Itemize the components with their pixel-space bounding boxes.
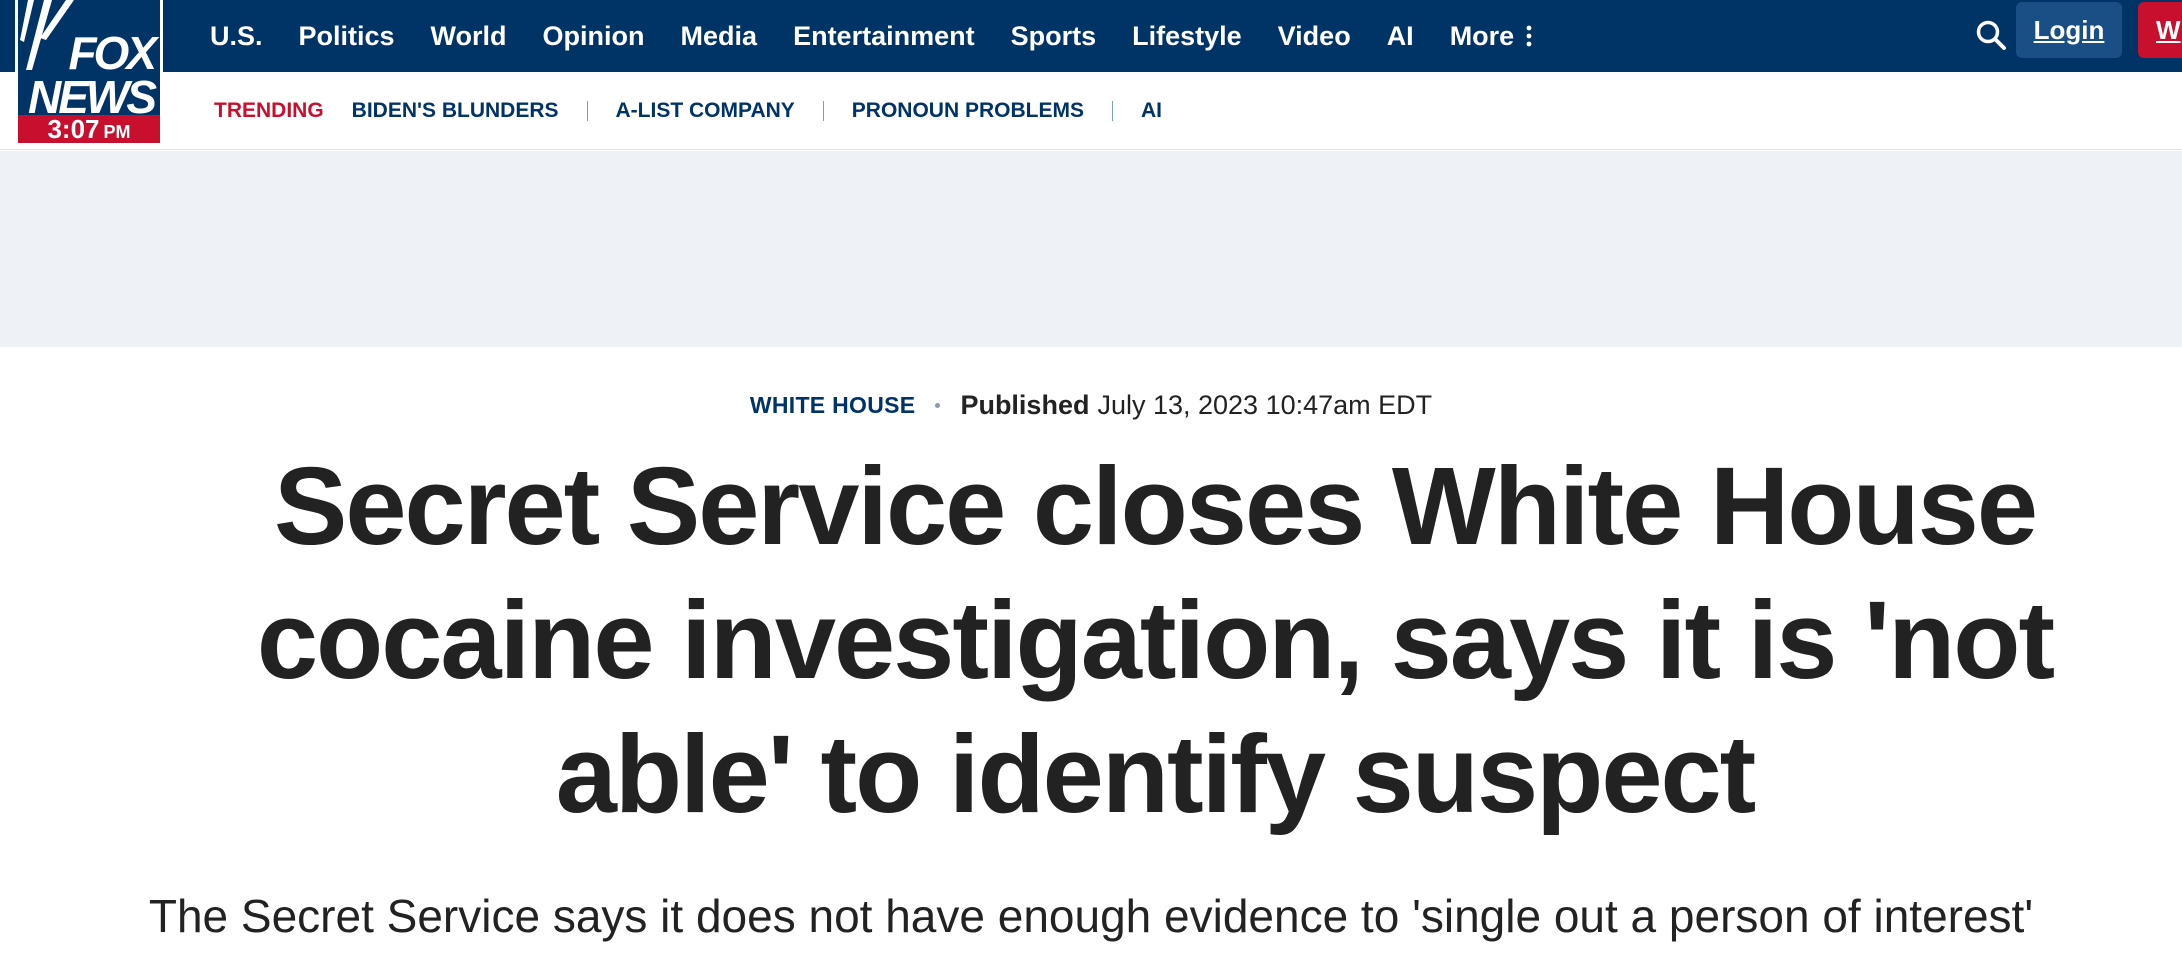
trending-label: TRENDING [214, 99, 324, 122]
trending-item-ai[interactable]: AI [1141, 99, 1162, 123]
meta-separator-dot [935, 403, 941, 408]
nav-item-ai[interactable]: AI [1387, 21, 1414, 52]
article-subhead: The Secret Service says it does not have… [148, 890, 2034, 942]
main-nav: U.S. Politics World Opinion Media Entert… [210, 0, 1568, 72]
top-nav-bar: FOX NEWS 3:07 PM U.S. Politics World Opin… [0, 0, 2182, 146]
trending-item-bidens-blunders[interactable]: BIDEN'S BLUNDERS [352, 99, 559, 123]
search-button[interactable] [1966, 10, 2016, 60]
logo-fox-text: FOX [68, 27, 157, 79]
trending-item-a-list-company[interactable]: A-LIST COMPANY [616, 99, 795, 123]
article-meta: WHITE HOUSE Published July 13, 2023 10:4… [0, 390, 2182, 430]
nav-item-sports[interactable]: Sports [1011, 21, 1097, 52]
logo-clock: 3:07 PM [18, 115, 160, 143]
nav-item-video[interactable]: Video [1278, 21, 1351, 52]
article-category-link[interactable]: WHITE HOUSE [750, 392, 916, 419]
trending-divider [586, 101, 588, 121]
login-button[interactable]: Login [2016, 2, 2122, 58]
trending-divider [822, 101, 824, 121]
article-headline: Secret Service closes White House cocain… [160, 440, 2150, 842]
headline-line: cocaine investigation, says it is 'not [256, 579, 2055, 702]
watch-live-button[interactable]: W [2138, 2, 2182, 58]
published-label: Published [960, 390, 1090, 420]
nav-item-world[interactable]: World [431, 21, 507, 52]
trending-bar: TRENDING BIDEN'S BLUNDERS A-LIST COMPANY… [0, 72, 2182, 150]
nav-item-politics[interactable]: Politics [299, 21, 395, 52]
published-date: July 13, 2023 10:47am EDT [1097, 390, 1433, 420]
nav-item-entertainment[interactable]: Entertainment [793, 21, 975, 52]
nav-item-media[interactable]: Media [681, 21, 758, 52]
nav-item-us[interactable]: U.S. [210, 21, 263, 52]
trending-divider [1111, 101, 1113, 121]
nav-item-lifestyle[interactable]: Lifestyle [1132, 21, 1242, 52]
ad-placeholder [0, 151, 2182, 347]
nav-item-opinion[interactable]: Opinion [543, 21, 645, 52]
nav-more-button[interactable]: More [1450, 21, 1533, 52]
trending-item-pronoun-problems[interactable]: PRONOUN PROBLEMS [852, 99, 1084, 123]
search-icon [1976, 20, 2006, 50]
nav-more-label: More [1449, 20, 1515, 51]
headline-line: able' to identify suspect [555, 713, 1757, 836]
vertical-dots-icon [1526, 25, 1532, 47]
fox-news-logo[interactable]: FOX NEWS 3:07 PM [15, 0, 163, 146]
clock-ampm: PM [103, 122, 131, 142]
headline-line: Secret Service closes White House [273, 445, 2038, 568]
clock-time: 3:07 [47, 114, 100, 144]
